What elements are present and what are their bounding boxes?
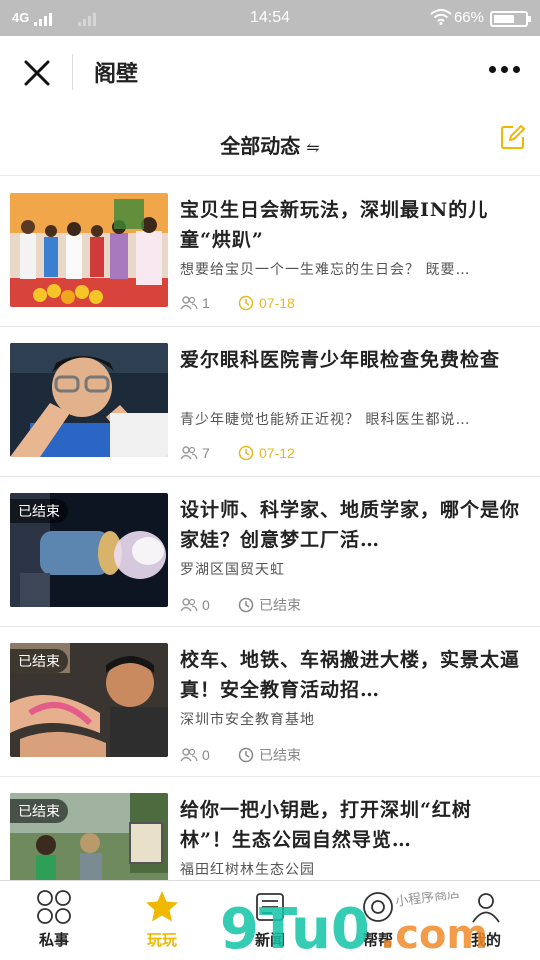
event-time: 已结束 (238, 595, 301, 615)
list-item[interactable]: 已结束 校车、地铁、车祸搬进大楼，实景太逼真！安全教育活动招… 深圳市安全教育基… (0, 627, 540, 777)
item-meta: 7 07-12 (180, 445, 295, 461)
tab-play[interactable]: 玩玩 (108, 889, 216, 950)
participant-count: 7 (202, 445, 210, 461)
users-icon (180, 598, 198, 612)
tab-label: 私事 (38, 931, 69, 949)
item-title: 宝贝生日会新玩法，深圳最IN的儿童“烘趴” (180, 199, 489, 251)
participant-count: 0 (202, 597, 210, 613)
tab-help[interactable]: 帮帮 (324, 889, 432, 950)
tab-mine[interactable]: 我的 (432, 889, 540, 950)
battery-percent: 66% (453, 9, 484, 26)
header-divider (72, 54, 73, 90)
activity-list: 宝贝生日会新玩法，深圳最IN的儿童“烘趴” 想要给宝贝一个一生难忘的生日会？ 既… (0, 177, 540, 880)
tab-label: 帮帮 (362, 931, 393, 949)
list-item[interactable]: 爱尔眼科医院青少年眼检查免费检查 青少年睫觉也能矫正近视？ 眼科医生都说… 7 … (0, 327, 540, 477)
battery-icon (490, 11, 531, 27)
event-time: 07-12 (238, 445, 295, 461)
filter-toggle[interactable]: 全部动态 ⇋ (0, 130, 540, 159)
item-meta: 1 07-18 (180, 295, 295, 311)
item-location: 深圳市安全教育基地 (180, 712, 315, 728)
item-title: 爱尔眼科医院青少年眼检查免费检查 (180, 349, 501, 371)
status-tag: 已结束 (10, 649, 68, 673)
clock-icon (238, 597, 254, 613)
clock-icon (238, 747, 254, 763)
filter-header: 全部动态 ⇋ (0, 108, 540, 176)
star-icon (146, 891, 178, 922)
participant-count: 1 (202, 295, 210, 311)
event-date: 07-12 (259, 445, 295, 461)
event-time: 07-18 (238, 295, 295, 311)
tab-news[interactable]: 新闻 (216, 889, 324, 950)
item-title: 给你一把小钥匙，打开深圳“红树林”！生态公园自然导览… (180, 799, 472, 851)
item-description: 想要给宝贝一个一生难忘的生日会？ 既要… (180, 262, 471, 278)
thumbnail-birthday-party (10, 193, 168, 307)
item-meta: 0 已结束 (180, 595, 301, 615)
participants: 0 (180, 747, 238, 763)
event-status: 已结束 (259, 597, 301, 613)
more-options-icon[interactable] (489, 66, 520, 73)
participants: 7 (180, 445, 238, 461)
list-item[interactable]: 宝贝生日会新玩法，深圳最IN的儿童“烘趴” 想要给宝贝一个一生难忘的生日会？ 既… (0, 177, 540, 327)
clock-icon (238, 445, 254, 461)
edit-icon[interactable] (500, 124, 526, 150)
clock-icon (238, 295, 254, 311)
wifi-icon (430, 9, 452, 25)
participants: 1 (180, 295, 238, 311)
event-date: 07-18 (259, 295, 295, 311)
filter-title: 全部动态 (220, 134, 301, 158)
item-location: 罗湖区国贸天虹 (180, 562, 285, 578)
item-title: 设计师、科学家、地质学家，哪个是你家娃？创意梦工厂活… (180, 499, 521, 551)
item-title: 校车、地铁、车祸搬进大楼，实景太逼真！安全教育活动招… (180, 649, 521, 701)
status-tag: 已结束 (10, 799, 68, 823)
thumbnail-eye-exam (10, 343, 168, 457)
thumbnail-safety-education: 已结束 (10, 643, 168, 757)
close-icon[interactable] (20, 56, 54, 90)
tab-private[interactable]: 私事 (0, 889, 108, 950)
item-location: 福田红树林生态公园 (180, 862, 315, 878)
tab-label: 我的 (470, 931, 501, 949)
participants: 0 (180, 597, 238, 613)
item-description: 青少年睫觉也能矫正近视？ 眼科医生都说… (180, 412, 471, 428)
list-item[interactable]: 已结束 给你一把小钥匙，打开深圳“红树林”！生态公园自然导览… 福田红树林生态公… (0, 777, 540, 880)
help-icon (363, 892, 393, 922)
header-bar: 阁壁 (0, 36, 540, 108)
users-icon (180, 748, 198, 762)
status-tag: 已结束 (10, 499, 68, 523)
grid-icon (37, 890, 71, 924)
tab-label: 玩玩 (146, 931, 177, 949)
item-meta: 0 已结束 (180, 745, 301, 765)
users-icon (180, 296, 198, 310)
status-bar: 4G 14:54 66% (0, 0, 540, 36)
swap-icon: ⇋ (306, 138, 320, 157)
thumbnail-science-workshop: 已结束 (10, 493, 168, 607)
users-icon (180, 446, 198, 460)
user-icon (472, 893, 500, 923)
list-item[interactable]: 已结束 设计师、科学家、地质学家，哪个是你家娃？创意梦工厂活… 罗湖区国贸天虹 … (0, 477, 540, 627)
bottom-tab-bar: 私事 玩玩 新闻 帮帮 我的 (0, 880, 540, 960)
news-icon (256, 893, 284, 921)
tab-label: 新闻 (254, 931, 285, 949)
thumbnail-mangrove-park: 已结束 (10, 793, 168, 880)
page-title: 阁壁 (94, 61, 139, 87)
participant-count: 0 (202, 747, 210, 763)
event-status: 已结束 (259, 747, 301, 763)
event-time: 已结束 (238, 745, 301, 765)
